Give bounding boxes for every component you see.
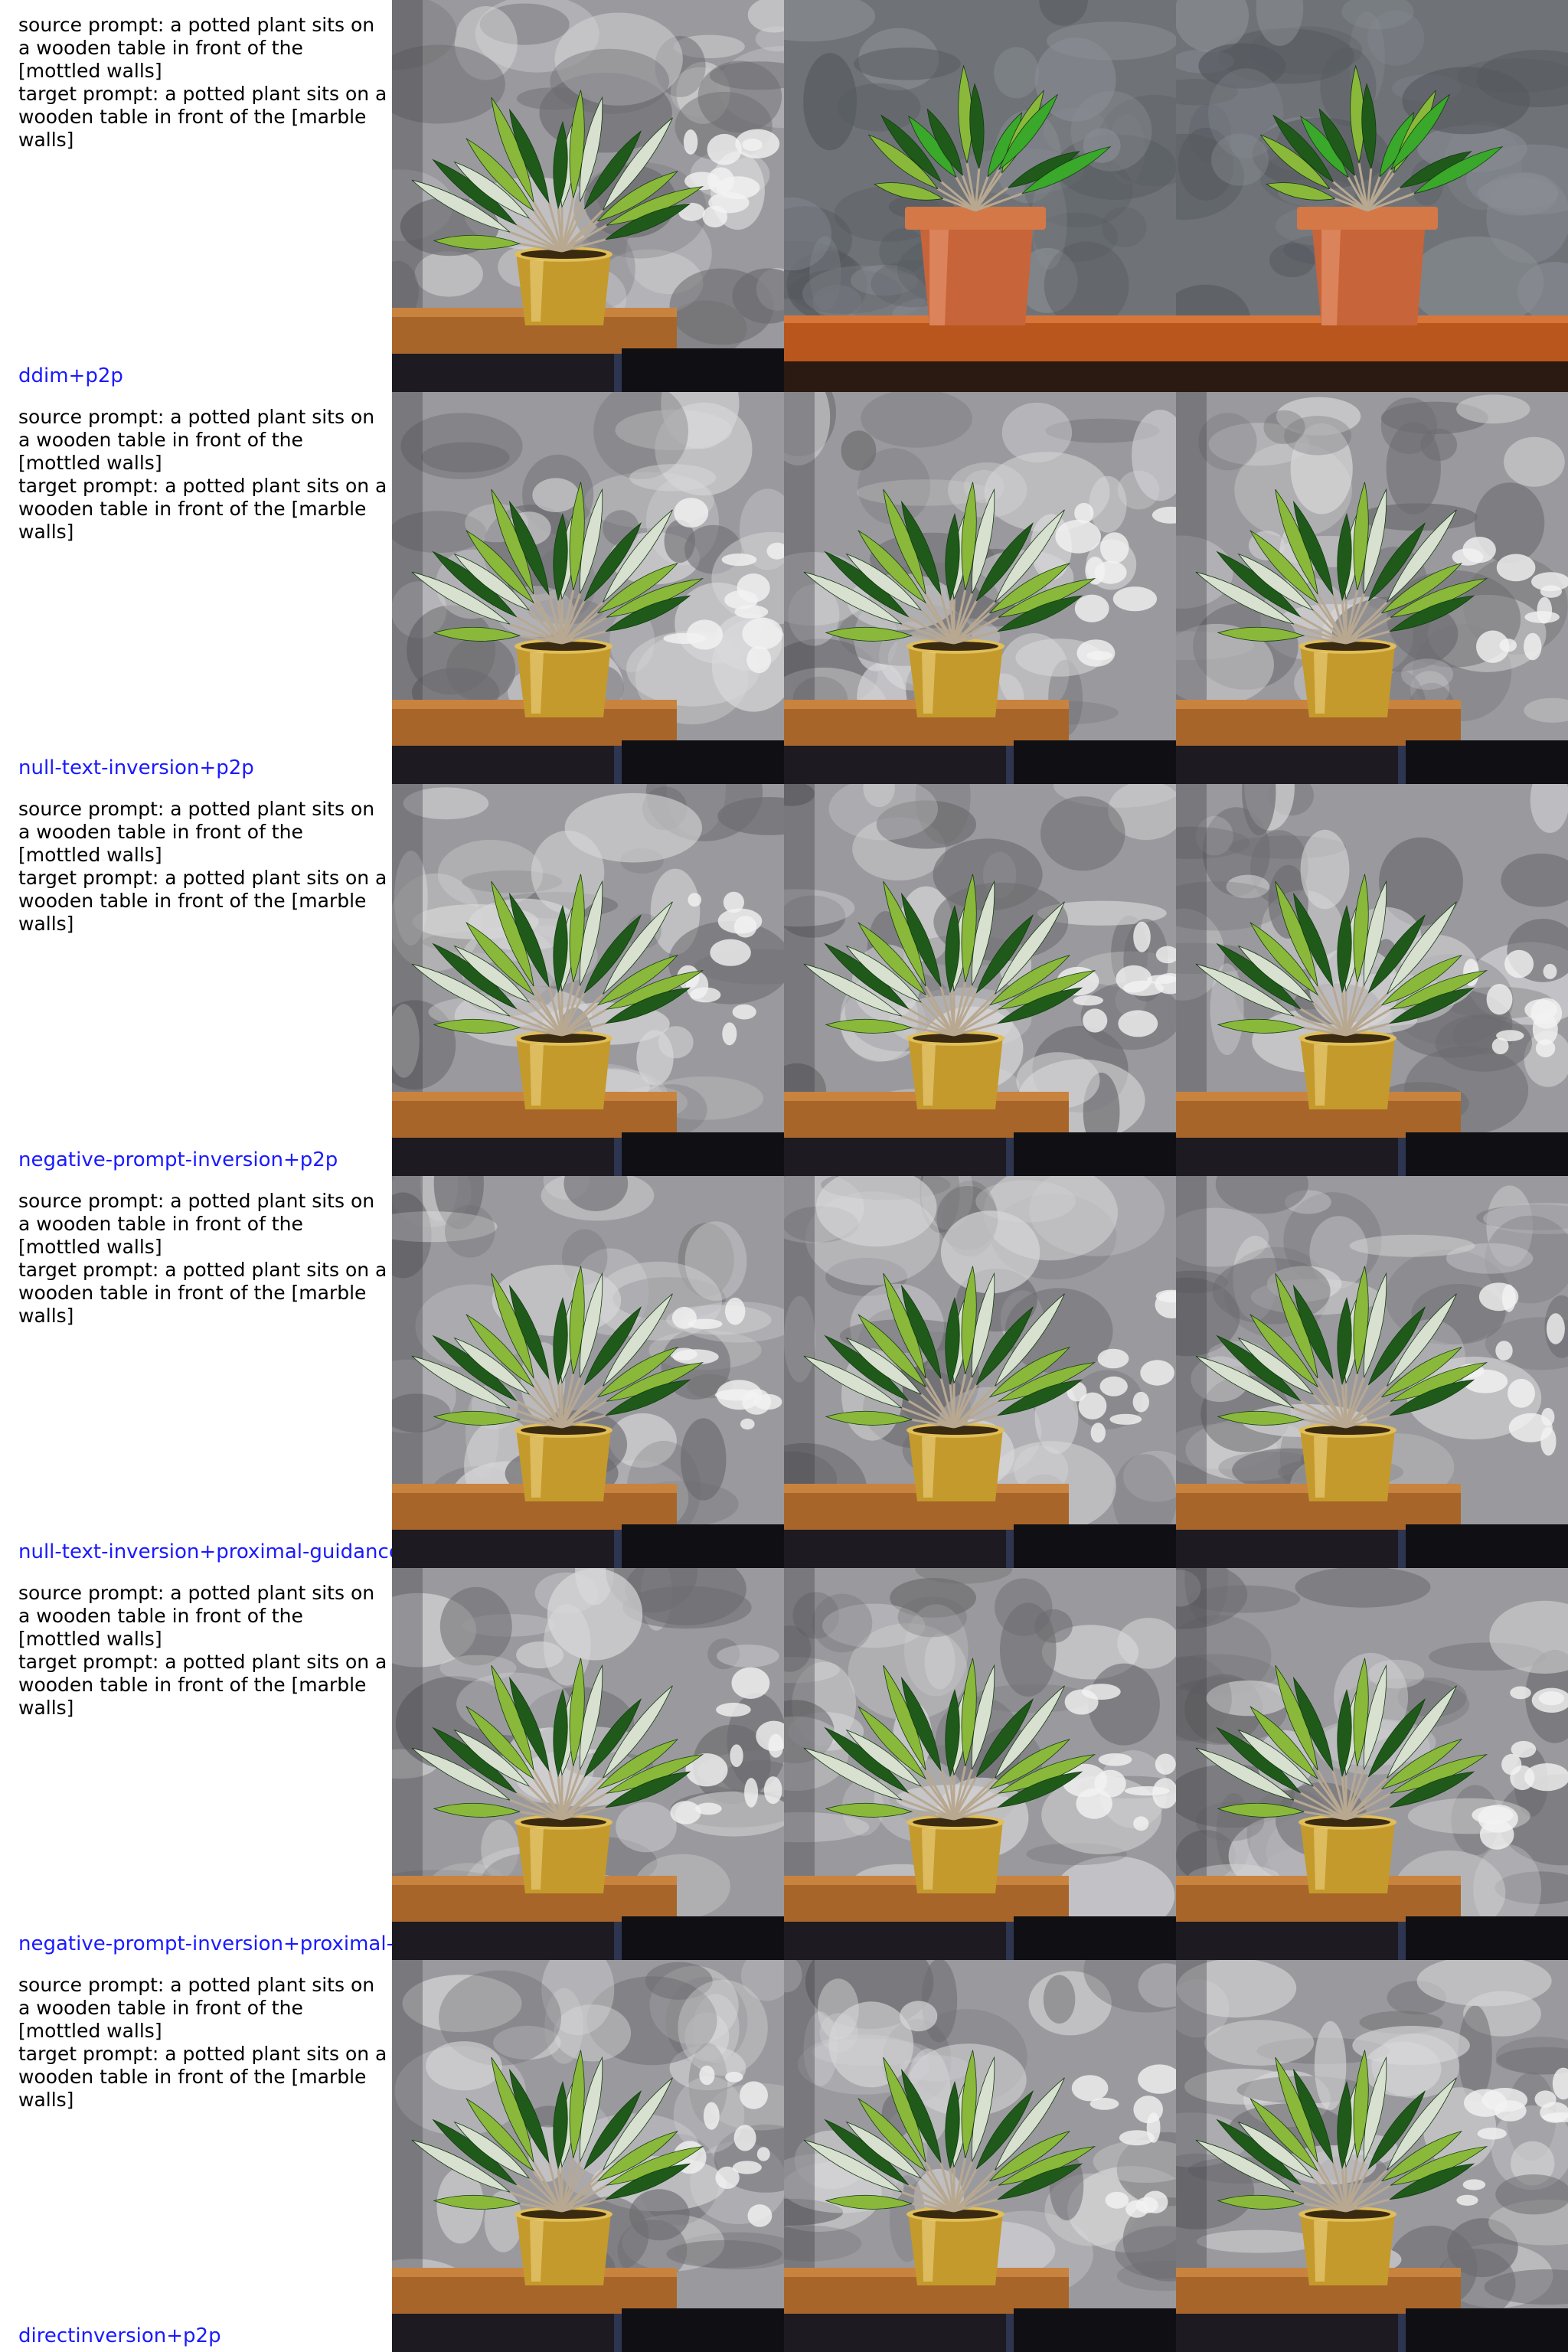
prompt-text: source prompt: a potted plant sits on a …	[18, 14, 387, 151]
plant-illustration	[1176, 1960, 1568, 2352]
plant-illustration	[392, 392, 784, 784]
method-label: ddim+p2p	[18, 364, 123, 387]
prompt-text: source prompt: a potted plant sits on a …	[18, 406, 387, 543]
result-image-2	[784, 0, 1176, 392]
plant-illustration	[1176, 784, 1568, 1176]
row-label-panel: source prompt: a potted plant sits on a …	[0, 1568, 392, 1960]
result-image-1	[392, 0, 784, 392]
result-image-1	[392, 1176, 784, 1568]
comparison-row: source prompt: a potted plant sits on a …	[0, 784, 1568, 1176]
prompt-text: source prompt: a potted plant sits on a …	[18, 1190, 387, 1327]
result-image-2	[784, 1176, 1176, 1568]
result-image-3	[1176, 1568, 1568, 1960]
method-label: null-text-inversion+p2p	[18, 756, 254, 779]
comparison-row: source prompt: a potted plant sits on a …	[0, 1568, 1568, 1960]
plant-illustration	[1176, 0, 1568, 392]
result-image-3	[1176, 1176, 1568, 1568]
prompt-text: source prompt: a potted plant sits on a …	[18, 1974, 387, 2111]
plant-illustration	[784, 1960, 1176, 2352]
result-image-3	[1176, 1960, 1568, 2352]
plant-illustration	[392, 784, 784, 1176]
prompt-text: source prompt: a potted plant sits on a …	[18, 1582, 387, 1719]
method-label: directinversion+p2p	[18, 2324, 221, 2347]
plant-illustration	[784, 784, 1176, 1176]
row-label-panel: source prompt: a potted plant sits on a …	[0, 0, 392, 392]
plant-illustration	[1176, 1568, 1568, 1960]
result-image-3	[1176, 392, 1568, 784]
result-image-1	[392, 392, 784, 784]
result-image-3	[1176, 784, 1568, 1176]
plant-illustration	[784, 0, 1176, 392]
result-image-2	[784, 1568, 1176, 1960]
comparison-row: source prompt: a potted plant sits on a …	[0, 1176, 1568, 1568]
result-image-2	[784, 392, 1176, 784]
plant-illustration	[392, 1176, 784, 1568]
prompt-text: source prompt: a potted plant sits on a …	[18, 798, 387, 935]
row-label-panel: source prompt: a potted plant sits on a …	[0, 1176, 392, 1568]
plant-illustration	[784, 1176, 1176, 1568]
method-label: negative-prompt-inversion+p2p	[18, 1148, 338, 1171]
method-label: negative-prompt-inversion+proximal-g	[18, 1932, 392, 1955]
method-label: null-text-inversion+proximal-guidance	[18, 1540, 392, 1563]
result-image-1	[392, 1568, 784, 1960]
row-label-panel: source prompt: a potted plant sits on a …	[0, 392, 392, 784]
plant-illustration	[392, 0, 784, 392]
comparison-row: source prompt: a potted plant sits on a …	[0, 392, 1568, 784]
result-image-2	[784, 784, 1176, 1176]
plant-illustration	[784, 392, 1176, 784]
comparison-row: source prompt: a potted plant sits on a …	[0, 0, 1568, 392]
result-image-1	[392, 1960, 784, 2352]
row-label-panel: source prompt: a potted plant sits on a …	[0, 1960, 392, 2352]
result-image-1	[392, 784, 784, 1176]
plant-illustration	[1176, 392, 1568, 784]
row-label-panel: source prompt: a potted plant sits on a …	[0, 784, 392, 1176]
plant-illustration	[392, 1960, 784, 2352]
result-image-3	[1176, 0, 1568, 392]
plant-illustration	[392, 1568, 784, 1960]
plant-illustration	[1176, 1176, 1568, 1568]
plant-illustration	[784, 1568, 1176, 1960]
comparison-row: source prompt: a potted plant sits on a …	[0, 1960, 1568, 2352]
result-image-2	[784, 1960, 1176, 2352]
